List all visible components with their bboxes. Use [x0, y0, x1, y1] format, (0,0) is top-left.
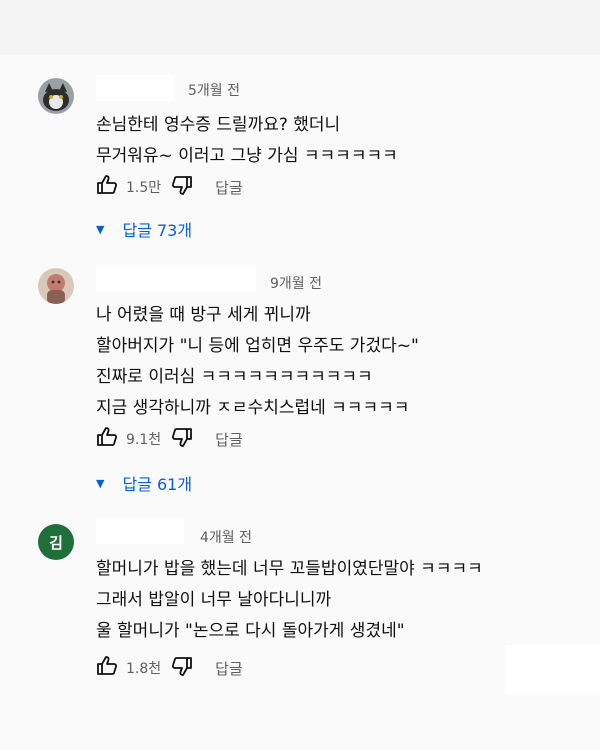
comment-line: 그래서 밥알이 너무 날아다니니까 — [96, 590, 332, 610]
comment-line: 할아버지가 "니 등에 업히면 우주도 가겄다~" — [96, 336, 419, 356]
thumbs-up-icon[interactable] — [96, 656, 118, 680]
view-replies-button[interactable]: ▼ 답글 73개 — [96, 217, 192, 241]
avatar[interactable]: 김 — [38, 524, 74, 560]
comment-text: 손님한테 영수증 드릴까요? 했더니 무거워유~ 이러고 그냥 가심 ㅋㅋㅋㅋㅋ… — [96, 110, 398, 172]
comment-text: 나 어렸을 때 방구 세게 뀌니까 할아버지가 "니 등에 업히면 우주도 가겄… — [96, 300, 419, 424]
comment-line: 울 할머니가 "논으로 다시 돌아가게 생겼네" — [96, 621, 405, 641]
reply-button[interactable]: 답글 — [215, 658, 243, 679]
thumbs-up-icon[interactable] — [96, 427, 118, 451]
like-count: 1.8천 — [126, 661, 162, 677]
like-count: 1.5만 — [126, 180, 162, 196]
thumbs-down-icon[interactable] — [171, 175, 193, 199]
replies-count: 답글 73개 — [122, 221, 193, 240]
comment-line: 무거워유~ 이러고 그냥 가심 ㅋㅋㅋㅋㅋㅋ — [96, 146, 398, 166]
comment-line: 지금 생각하니까 ㅈㄹ수치스럽네 ㅋㅋㅋㅋㅋ — [96, 398, 410, 418]
thumbs-down-icon[interactable] — [171, 656, 193, 680]
view-replies-button[interactable]: ▼ 답글 61개 — [96, 471, 192, 495]
reply-button[interactable]: 답글 — [215, 177, 243, 198]
reply-button[interactable]: 답글 — [215, 429, 243, 450]
caret-down-icon: ▼ — [96, 476, 105, 490]
author-name-redacted — [96, 265, 256, 291]
comment-actions: 1.8천 답글 — [96, 656, 243, 680]
avatar[interactable] — [38, 78, 74, 114]
comment-text: 할머니가 밥을 했는데 너무 꼬들밥이였단말야 ㅋㅋㅋㅋ 그래서 밥알이 너무 … — [96, 554, 483, 647]
comment-actions: 1.5만 답글 — [96, 175, 243, 199]
comment-time: 5개월 전 — [188, 83, 240, 99]
like-count: 9.1천 — [126, 432, 162, 448]
comment-time: 4개월 전 — [200, 530, 252, 546]
caret-down-icon: ▼ — [96, 222, 105, 236]
author-name-redacted — [96, 75, 174, 101]
replies-count: 답글 61개 — [122, 475, 193, 494]
comment-actions: 9.1천 답글 — [96, 427, 243, 451]
blank-patch — [505, 645, 600, 695]
thumbs-down-icon[interactable] — [171, 427, 193, 451]
author-name-redacted — [96, 518, 184, 544]
comment-time: 9개월 전 — [270, 276, 322, 292]
thumbs-up-icon[interactable] — [96, 175, 118, 199]
comment-line: 진짜로 이러심 ㅋㅋㅋㅋㅋㅋㅋㅋㅋㅋㅋ — [96, 367, 373, 387]
comment-line: 나 어렸을 때 방구 세게 뀌니까 — [96, 305, 311, 325]
avatar[interactable] — [38, 268, 74, 304]
comment-line: 손님한테 영수증 드릴까요? 했더니 — [96, 115, 341, 135]
comment-line: 할머니가 밥을 했는데 너무 꼬들밥이였단말야 ㅋㅋㅋㅋ — [96, 559, 483, 579]
